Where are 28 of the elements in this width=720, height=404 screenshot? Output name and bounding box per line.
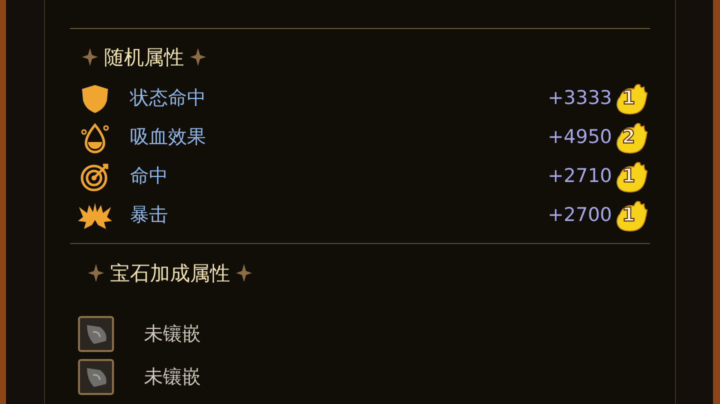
grade-badge: 1	[614, 160, 648, 192]
attribute-value: +4950	[548, 125, 612, 150]
sparkle-icon	[82, 48, 98, 66]
attribute-name: 暴击	[130, 203, 168, 228]
grade-badge: 1	[614, 82, 648, 114]
target-icon	[80, 162, 110, 192]
grade-badge: 2	[614, 122, 648, 154]
attribute-name: 状态命中	[130, 86, 206, 112]
slot-label: 未镶嵌	[144, 322, 201, 347]
grade-badge: 1	[614, 200, 648, 232]
section-title: 随机属性	[104, 44, 184, 71]
drop-icon	[80, 122, 110, 154]
stone-icon	[84, 323, 108, 345]
shield-icon	[81, 84, 109, 114]
attribute-value: +2700	[548, 203, 612, 228]
attribute-value: +3333	[548, 86, 612, 112]
sparkle-icon	[88, 264, 104, 282]
attribute-name: 吸血效果	[130, 125, 206, 150]
stone-icon	[84, 366, 108, 388]
sparkle-icon	[236, 264, 252, 282]
section-title: 宝石加成属性	[110, 260, 230, 287]
attribute-name: 命中	[130, 164, 168, 190]
gem-slot[interactable]	[78, 359, 114, 395]
slot-label: 未镶嵌	[144, 364, 201, 390]
sparkle-icon	[190, 48, 206, 66]
burst-icon	[78, 202, 112, 228]
gem-slot[interactable]	[78, 316, 114, 352]
attribute-value: +2710	[548, 164, 612, 190]
